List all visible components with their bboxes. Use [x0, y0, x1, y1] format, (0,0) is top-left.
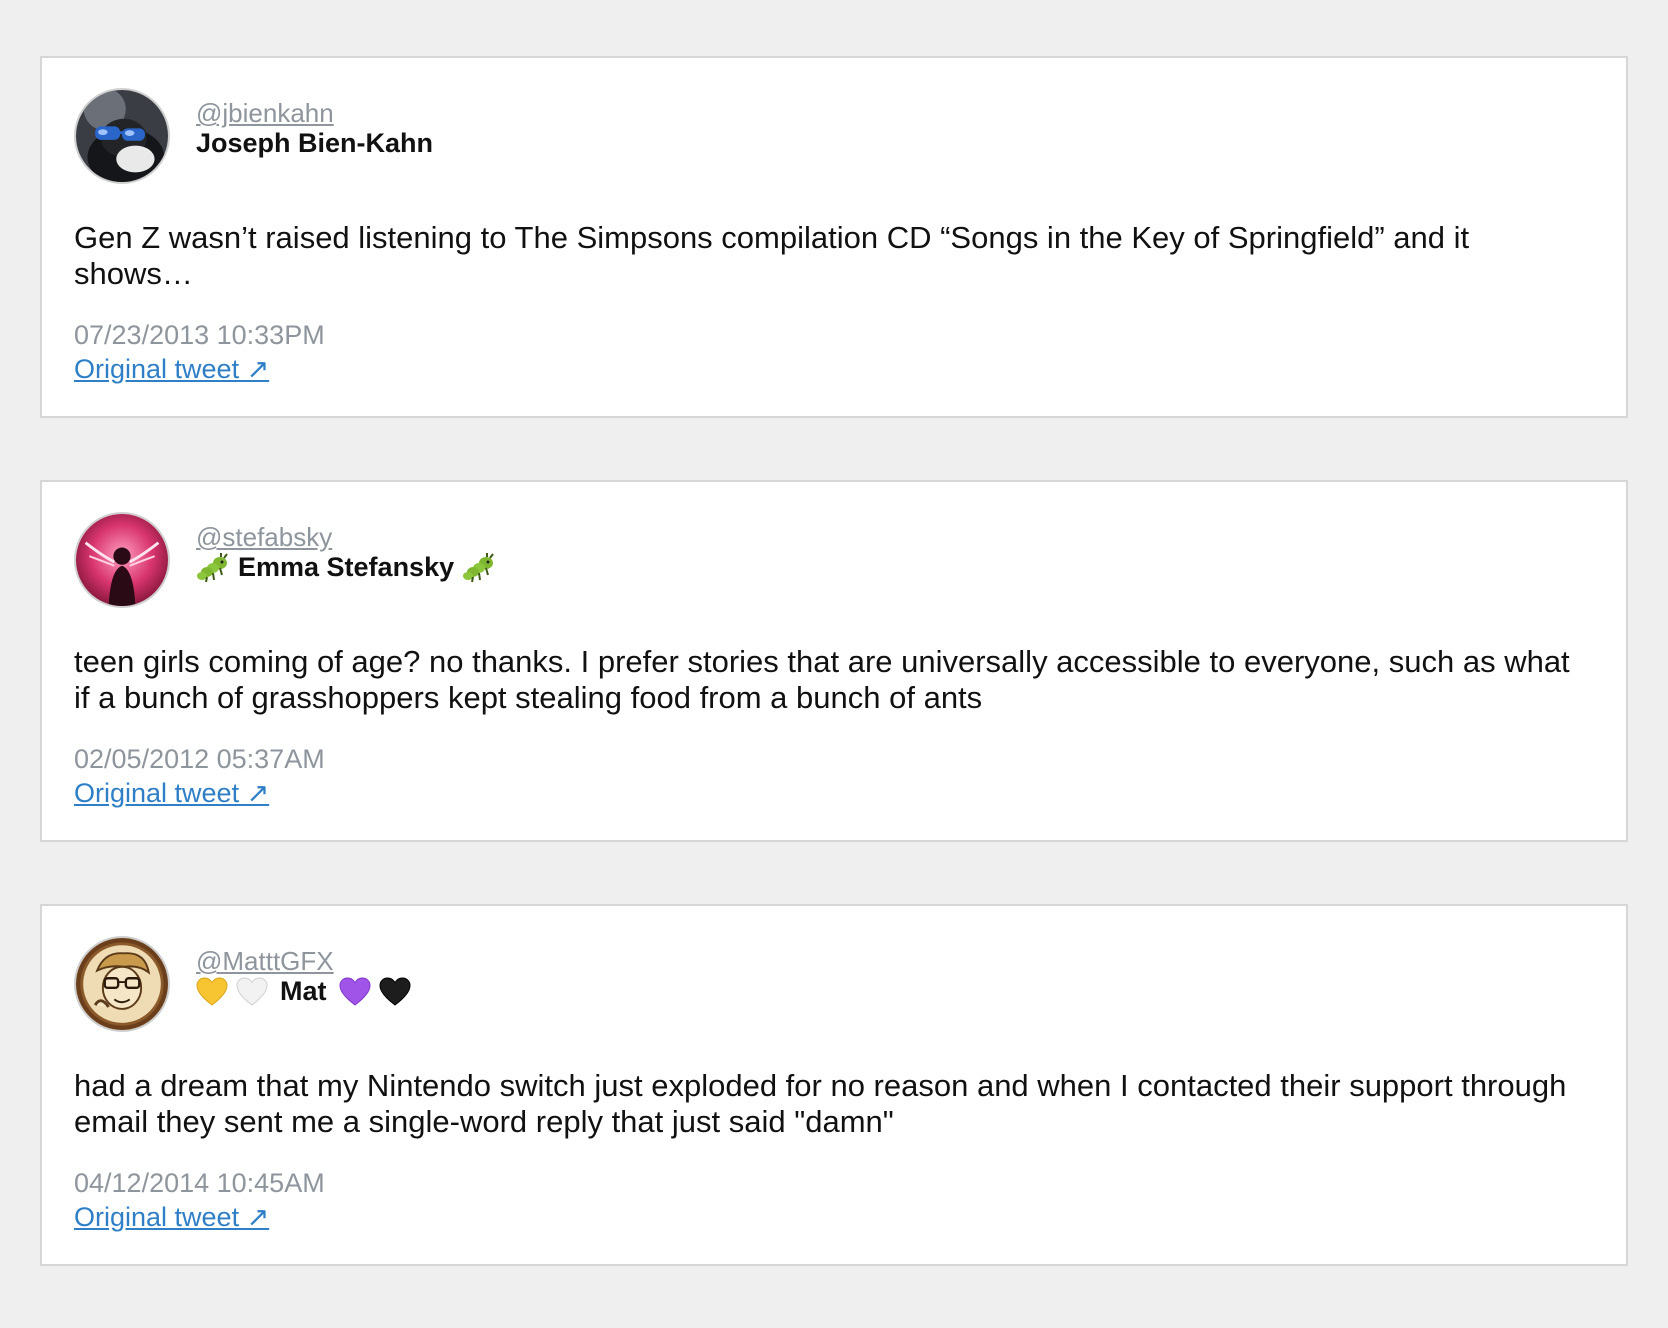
tweet-card: @jbienkahn Joseph Bien-Kahn Gen Z wasn’t…: [40, 56, 1628, 418]
user-handle[interactable]: @stefabsky: [196, 522, 332, 553]
display-name-text: Emma Stefansky: [238, 552, 455, 582]
tweet-text: had a dream that my Nintendo switch just…: [74, 1068, 1567, 1139]
original-tweet-link[interactable]: Original tweet ↗: [74, 354, 269, 385]
original-tweet-link[interactable]: Original tweet ↗: [74, 778, 269, 809]
cartoon-face-avatar-icon: [76, 938, 168, 1030]
bug-icon: [196, 552, 230, 583]
tweet-text: teen girls coming of age? no thanks. I p…: [74, 644, 1570, 715]
avatar[interactable]: [74, 936, 170, 1032]
purple-heart-icon: [338, 976, 371, 1007]
yellow-heart-icon: [196, 976, 228, 1007]
dog-with-sunglasses-avatar-icon: [76, 90, 168, 182]
display-name: Emma Stefansky: [196, 552, 496, 583]
display-name: Mat: [196, 976, 411, 1007]
user-handle[interactable]: @MatttGFX: [196, 946, 334, 977]
timestamp: 02/05/2012 05:37AM: [74, 744, 325, 774]
tweet-feed: @jbienkahn Joseph Bien-Kahn Gen Z wasn’t…: [40, 56, 1628, 1328]
bug-icon: [462, 552, 496, 583]
timestamp: 04/12/2014 10:45AM: [74, 1168, 325, 1198]
tweet-text: Gen Z wasn’t raised listening to The Sim…: [74, 220, 1470, 291]
timestamp: 07/23/2013 10:33PM: [74, 320, 325, 350]
display-name-text: Joseph Bien-Kahn: [196, 128, 434, 158]
black-heart-icon: [378, 976, 411, 1007]
avatar[interactable]: [74, 88, 170, 184]
white-heart-icon: [236, 976, 268, 1007]
display-name: Joseph Bien-Kahn: [196, 128, 433, 159]
user-handle[interactable]: @jbienkahn: [196, 98, 334, 129]
avatar[interactable]: [74, 512, 170, 608]
display-name-text: Mat: [280, 976, 327, 1006]
tweet-card: @stefabsky Emma Stefansky teen girls com…: [40, 480, 1628, 842]
original-tweet-link[interactable]: Original tweet ↗: [74, 1202, 269, 1233]
pink-silhouette-avatar-icon: [76, 514, 168, 606]
tweet-card: @MatttGFX Mat had a dream that my Ninten…: [40, 904, 1628, 1266]
